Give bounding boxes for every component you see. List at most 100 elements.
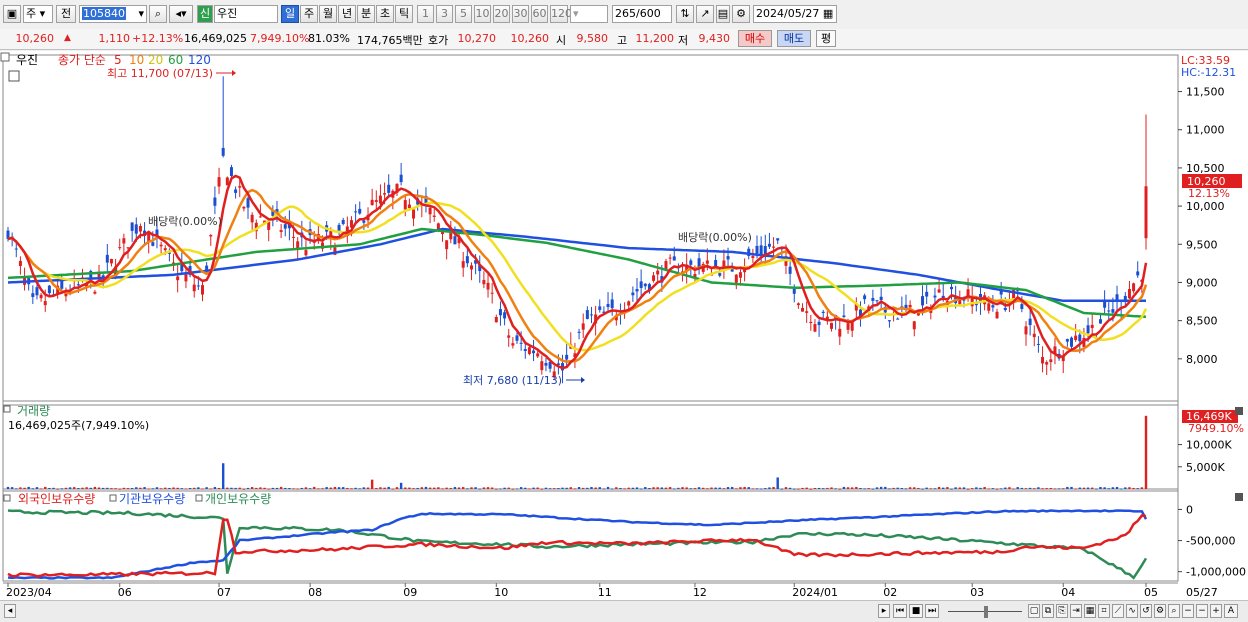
candle-body: [817, 321, 821, 326]
volume-bar: [358, 488, 361, 490]
volume-bar: [573, 488, 577, 490]
interval-button-3[interactable]: 10: [474, 5, 491, 23]
export-icon[interactable]: ⇥: [1070, 604, 1082, 618]
period-tab-6[interactable]: 틱: [395, 5, 413, 23]
window-menu-icon[interactable]: ▣: [3, 5, 21, 23]
buy-button[interactable]: 매수: [738, 30, 772, 47]
candle-body: [109, 258, 113, 264]
interval-button-2[interactable]: 5: [455, 5, 472, 23]
volume-bar: [904, 488, 908, 490]
interval-button-4[interactable]: 20: [493, 5, 510, 23]
volume-bar: [118, 488, 121, 490]
stock-chart[interactable]: 11,500 11,000 10,500 10,000 9,500 9,000 8,500 8…: [0, 51, 1248, 602]
compare-icon[interactable]: ⧉: [1042, 604, 1054, 618]
prev-button[interactable]: 전: [56, 5, 76, 23]
volume-bar: [39, 488, 43, 490]
period-tab-1[interactable]: 주: [300, 5, 318, 23]
period-tab-3[interactable]: 년: [338, 5, 356, 23]
stock-name-input[interactable]: 우진: [214, 5, 278, 23]
candle-body: [639, 281, 643, 288]
drawing-tool-icon[interactable]: ↗: [696, 5, 714, 23]
first-page-icon[interactable]: ⏮: [893, 604, 907, 618]
candle-body: [1045, 362, 1049, 365]
volume-bar: [846, 487, 850, 489]
stop-icon[interactable]: ■: [909, 604, 923, 618]
volume-bar: [743, 486, 746, 489]
candle-body: [1041, 357, 1045, 364]
price-ytick-label: 10,500: [1186, 162, 1225, 175]
calendar-icon[interactable]: ▦: [823, 7, 833, 20]
candle-body: [1074, 335, 1078, 340]
volume-bar: [586, 487, 589, 489]
period-tab-5[interactable]: 초: [376, 5, 394, 23]
interval-input[interactable]: ▾: [570, 5, 608, 23]
zoom-in-icon[interactable]: +: [1210, 604, 1222, 618]
volume-bar: [230, 487, 233, 489]
stock-code-input[interactable]: 105840 ▾: [79, 5, 147, 23]
measure-icon[interactable]: ⌗: [1098, 604, 1110, 618]
candle-body: [503, 312, 507, 319]
scroll-right-icon[interactable]: ▸: [878, 604, 890, 618]
volume-bar: [217, 487, 221, 489]
interval-button-7[interactable]: 120: [550, 5, 572, 23]
trend2-icon[interactable]: ∿: [1126, 604, 1138, 618]
volume-bar: [1062, 488, 1065, 490]
volume-bar: [1091, 487, 1094, 489]
volume-bar: [428, 487, 432, 489]
next-page-icon[interactable]: ⏭: [925, 604, 939, 618]
scroll-left-icon[interactable]: ◂: [4, 604, 16, 618]
font-size-icon[interactable]: A: [1224, 604, 1238, 618]
panel-toggle-icon[interactable]: [0, 52, 10, 62]
magnifier-icon[interactable]: ⌕: [1168, 604, 1180, 618]
volume-bar: [937, 487, 941, 489]
config-icon[interactable]: ⚙: [1154, 604, 1166, 618]
bottom-scrollbar[interactable]: ◂ ▸ ⏮ ■ ⏭ ▢ ⧉ ⎘ ⇥ ▦ ⌗ ⟋ ∿ ↺ ⚙ ⌕ − − + A: [0, 600, 1248, 622]
volume-toggle-icon[interactable]: [3, 405, 11, 413]
candle-body: [912, 321, 916, 330]
period-tab-0[interactable]: 일: [281, 5, 299, 23]
volume-close-icon[interactable]: [1235, 407, 1243, 415]
settings-gear-icon[interactable]: ⚙: [732, 5, 750, 23]
low-annotation: 최저 7,680 (11/13): [463, 374, 562, 387]
interval-button-1[interactable]: 3: [436, 5, 453, 23]
interval-button-0[interactable]: 1: [417, 5, 434, 23]
legend-ma10: 10: [129, 53, 144, 67]
candle-body: [1003, 307, 1007, 311]
indicator-icon[interactable]: ⇅: [676, 5, 694, 23]
search-icon[interactable]: ⌕: [149, 5, 167, 23]
date-input[interactable]: 2024/05/27 ▦: [753, 5, 837, 23]
trend-icon[interactable]: ⟋: [1112, 604, 1124, 618]
chart-area[interactable]: 11,500 11,000 10,500 10,000 9,500 9,000 8,500 8…: [0, 51, 1248, 602]
interval-button-5[interactable]: 30: [512, 5, 529, 23]
period-tab-2[interactable]: 월: [319, 5, 337, 23]
indiv-holding-line: [7, 509, 1148, 580]
candle-body: [176, 276, 180, 281]
evaluate-button[interactable]: 평: [816, 30, 836, 47]
period-tab-4[interactable]: 분: [357, 5, 375, 23]
volume-bar: [693, 488, 697, 490]
zoom-slider-thumb[interactable]: [984, 606, 988, 618]
save-icon[interactable]: ▤: [716, 5, 730, 23]
count-input[interactable]: 265/600: [612, 5, 672, 23]
history-icon[interactable]: ↺: [1140, 604, 1152, 618]
volume-bar: [433, 487, 436, 489]
price-ytick-label: 11,000: [1186, 124, 1225, 137]
volume-bar: [226, 487, 229, 489]
grid-icon[interactable]: ▦: [1084, 604, 1096, 618]
interval-button-6[interactable]: 60: [531, 5, 548, 23]
holder-close-icon[interactable]: [1235, 493, 1243, 501]
holder-toggle-icon[interactable]: [3, 494, 11, 502]
zoom-out-icon[interactable]: −: [1182, 604, 1194, 618]
candle-body: [1032, 333, 1036, 338]
table-icon[interactable]: [8, 70, 20, 82]
x-tick-label: 2023/04: [6, 586, 52, 599]
chart-title: 우진: [16, 53, 38, 67]
candle-body: [383, 193, 387, 195]
candle-body: [987, 303, 991, 311]
minus-icon[interactable]: −: [1196, 604, 1208, 618]
sell-button[interactable]: 매도: [777, 30, 811, 47]
copy-icon[interactable]: ⎘: [1056, 604, 1068, 618]
market-select[interactable]: 주 ▾: [23, 5, 53, 23]
layout-icon[interactable]: ▢: [1028, 604, 1040, 618]
speaker-icon[interactable]: ◂▾: [169, 5, 193, 23]
